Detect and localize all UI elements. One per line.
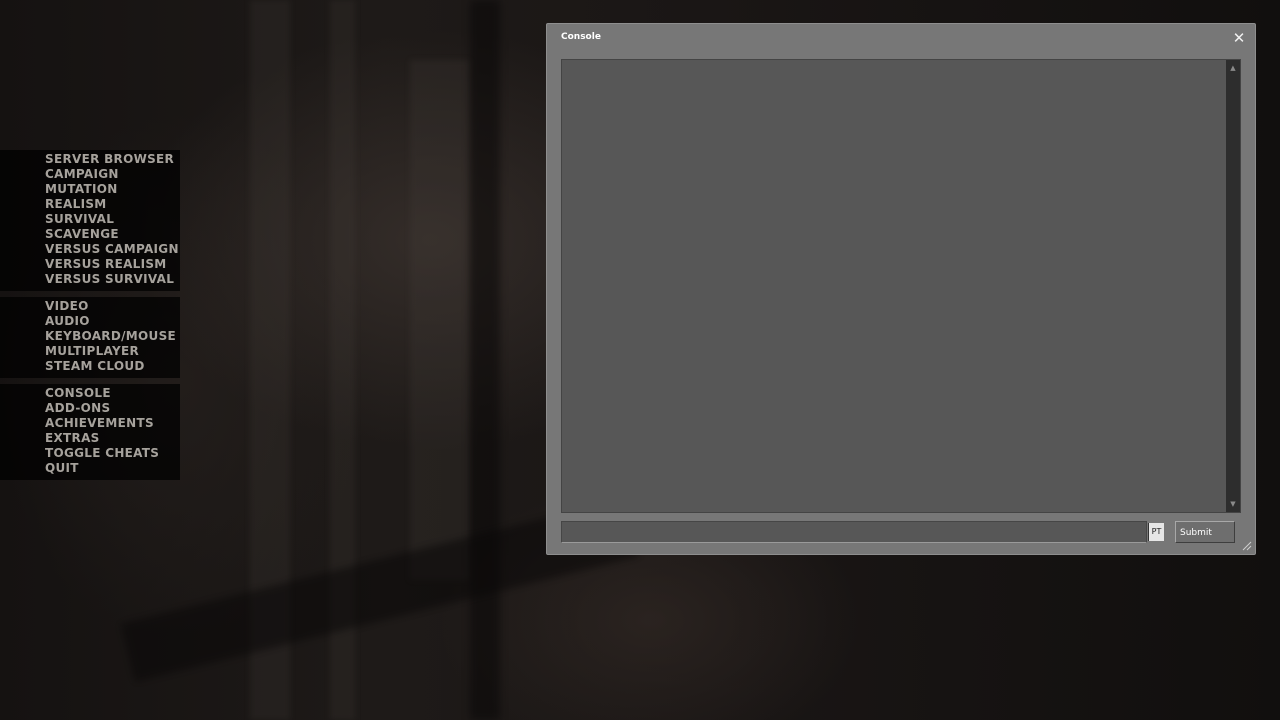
menu-item-realism[interactable]: REALISM <box>0 197 180 212</box>
menu-item-console[interactable]: CONSOLE <box>0 386 180 401</box>
menu-item-mutation[interactable]: MUTATION <box>0 182 180 197</box>
menu-item-campaign[interactable]: CAMPAIGN <box>0 167 180 182</box>
console-output[interactable]: ▲ ▼ <box>561 59 1241 513</box>
submit-button[interactable]: Submit <box>1175 521 1235 543</box>
menu-item-versus-campaign[interactable]: VERSUS CAMPAIGN <box>0 242 180 257</box>
background-wall-streak <box>410 60 470 580</box>
background-beam <box>470 0 500 720</box>
menu-item-extras[interactable]: EXTRAS <box>0 431 180 446</box>
menu-item-versus-realism[interactable]: VERSUS REALISM <box>0 257 180 272</box>
menu-item-server-browser[interactable]: SERVER BROWSER <box>0 152 180 167</box>
scroll-down-arrow-icon[interactable]: ▼ <box>1226 498 1240 510</box>
console-title: Console <box>561 32 601 42</box>
menu-item-versus-survival[interactable]: VERSUS SURVIVAL <box>0 272 180 287</box>
menu-group-game-modes: SERVER BROWSER CAMPAIGN MUTATION REALISM… <box>0 150 180 291</box>
resize-grip-icon[interactable] <box>1241 540 1252 551</box>
console-scrollbar[interactable]: ▲ ▼ <box>1226 60 1240 512</box>
console-command-input[interactable] <box>561 521 1147 543</box>
scroll-up-arrow-icon[interactable]: ▲ <box>1226 62 1240 74</box>
close-icon[interactable]: ✕ <box>1231 30 1247 46</box>
menu-item-keyboard-mouse[interactable]: KEYBOARD/MOUSE <box>0 329 180 344</box>
menu-group-extras: CONSOLE ADD-ONS ACHIEVEMENTS EXTRAS TOGG… <box>0 384 180 480</box>
menu-item-steam-cloud[interactable]: STEAM CLOUD <box>0 359 180 374</box>
menu-item-scavenge[interactable]: SCAVENGE <box>0 227 180 242</box>
menu-item-survival[interactable]: SURVIVAL <box>0 212 180 227</box>
menu-item-achievements[interactable]: ACHIEVEMENTS <box>0 416 180 431</box>
menu-group-options: VIDEO AUDIO KEYBOARD/MOUSE MULTIPLAYER S… <box>0 297 180 378</box>
menu-item-video[interactable]: VIDEO <box>0 299 180 314</box>
menu-item-multiplayer[interactable]: MULTIPLAYER <box>0 344 180 359</box>
menu-item-quit[interactable]: QUIT <box>0 461 180 476</box>
menu-item-add-ons[interactable]: ADD-ONS <box>0 401 180 416</box>
main-menu: SERVER BROWSER CAMPAIGN MUTATION REALISM… <box>0 150 180 486</box>
console-window[interactable]: Console ✕ ▲ ▼ PT Submit <box>546 23 1256 555</box>
menu-item-audio[interactable]: AUDIO <box>0 314 180 329</box>
input-language-badge: PT <box>1148 523 1164 541</box>
menu-item-toggle-cheats[interactable]: TOGGLE CHEATS <box>0 446 180 461</box>
